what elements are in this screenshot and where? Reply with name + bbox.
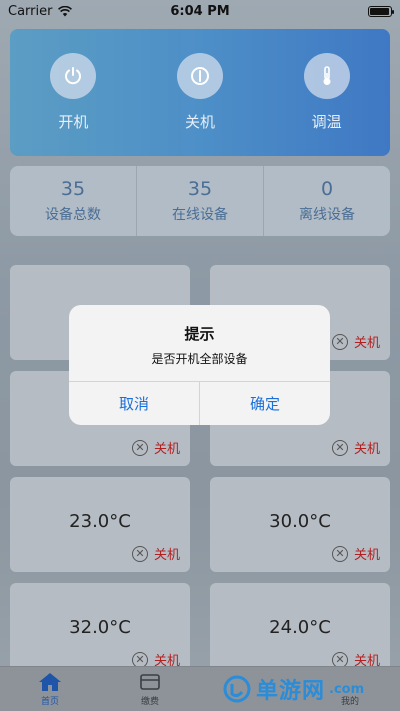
device-status-label: 关机	[353, 548, 380, 563]
tab-home[interactable]: 首页	[0, 667, 100, 711]
close-circle-icon: ✕	[131, 439, 148, 456]
device-status: ✕ 关机	[131, 438, 180, 457]
stat-total: 35 设备总数	[10, 166, 137, 236]
close-circle-icon: ✕	[131, 545, 148, 562]
tab-home-label: 首页	[40, 696, 59, 707]
power-off-control[interactable]: 关机	[176, 53, 223, 132]
device-status: ✕ 关机	[331, 438, 380, 457]
device-temperature: 23.0°C	[69, 511, 131, 532]
temperature-label: 调温	[311, 113, 342, 131]
device-status-label: 关机	[153, 442, 180, 457]
stat-online: 35 在线设备	[137, 166, 264, 236]
carrier-label: Carrier	[8, 3, 53, 19]
home-icon	[39, 672, 61, 691]
thermometer-icon	[303, 53, 350, 99]
dialog-buttons: 取消 确定	[69, 381, 330, 425]
device-status-label: 关机	[353, 442, 380, 457]
device-tile[interactable]: 24.0°C ✕ 关机	[210, 583, 390, 678]
confirm-button[interactable]: 确定	[199, 382, 330, 425]
device-status-label: 关机	[153, 548, 180, 563]
device-temperature: 30.0°C	[269, 511, 331, 532]
device-tile[interactable]: 30.0°C ✕ 关机	[210, 477, 390, 572]
device-temperature: 32.0°C	[69, 617, 131, 638]
close-circle-icon: ✕	[331, 439, 348, 456]
stat-total-label: 设备总数	[45, 207, 101, 223]
device-status: ✕ 关机	[331, 544, 380, 563]
watermark: 单游网 .com	[222, 673, 364, 705]
alert-dialog: 提示 是否开机全部设备 取消 确定	[69, 305, 330, 425]
power-on-label: 开机	[58, 113, 89, 131]
close-circle-icon: ✕	[331, 333, 348, 350]
power-off-label: 关机	[184, 113, 215, 131]
watermark-brand: 单游网	[256, 679, 326, 704]
tab-payment-label: 缴费	[140, 696, 159, 707]
device-status: ✕ 关机	[331, 332, 380, 351]
stat-online-value: 35	[187, 178, 213, 200]
device-temperature: 24.0°C	[269, 617, 331, 638]
device-tile[interactable]: 32.0°C ✕ 关机	[10, 583, 190, 678]
tab-payment[interactable]: 缴费	[100, 667, 200, 711]
status-bar: Carrier 6:04 PM	[0, 0, 400, 22]
wifi-icon	[58, 5, 73, 16]
battery-icon	[368, 5, 394, 17]
dialog-title: 提示	[184, 325, 215, 343]
stat-online-label: 在线设备	[172, 207, 228, 223]
status-left: Carrier	[8, 3, 73, 19]
control-panel: 开机 关机 调温	[10, 29, 390, 156]
card-icon	[140, 673, 160, 690]
power-off-icon	[176, 53, 223, 99]
power-icon	[50, 53, 97, 99]
device-status: ✕ 关机	[131, 544, 180, 563]
stat-total-value: 35	[60, 178, 86, 200]
stat-offline-label: 离线设备	[299, 207, 355, 223]
cancel-button[interactable]: 取消	[69, 382, 199, 425]
temperature-control[interactable]: 调温	[303, 53, 350, 132]
brand-logo-icon	[223, 675, 251, 703]
stat-offline: 0 离线设备	[264, 166, 390, 236]
power-on-control[interactable]: 开机	[50, 53, 97, 132]
close-circle-icon: ✕	[331, 545, 348, 562]
stat-offline-value: 0	[320, 178, 334, 200]
device-tile[interactable]: 23.0°C ✕ 关机	[10, 477, 190, 572]
device-stats: 35 设备总数 35 在线设备 0 离线设备	[10, 166, 390, 236]
device-status-label: 关机	[353, 336, 380, 351]
watermark-suffix: .com	[329, 681, 365, 697]
dialog-message: 是否开机全部设备	[151, 352, 248, 366]
